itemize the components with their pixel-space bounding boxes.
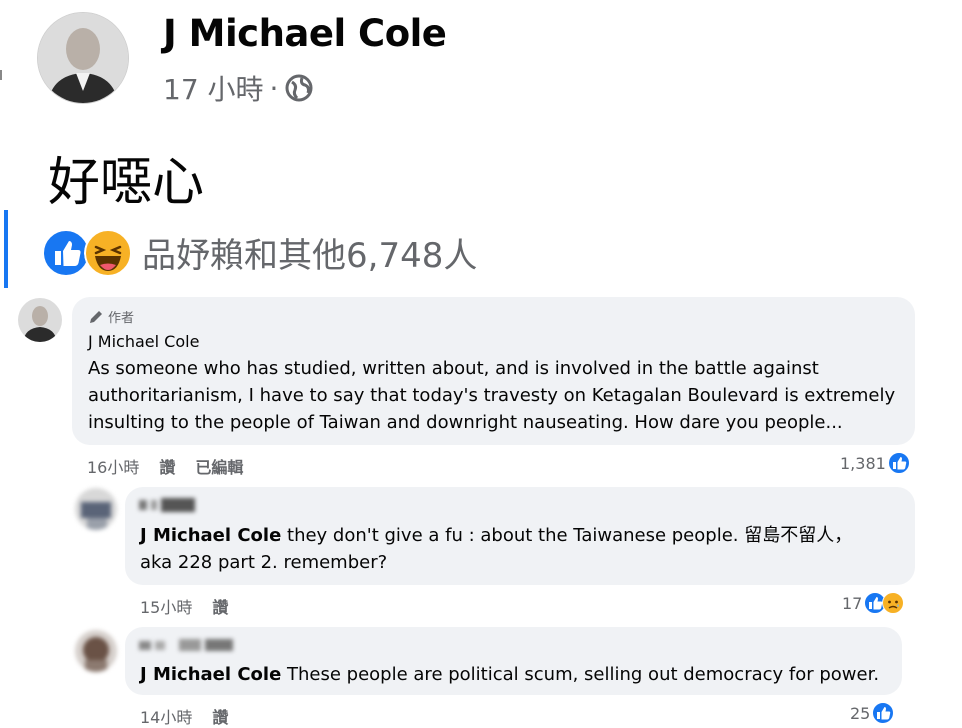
reply-bubble: J Michael Cole they don't give a fu : ab… [125,487,915,585]
reaction-count: 1,381 [840,453,886,473]
reply-bubble: J Michael Cole These people are politica… [125,627,902,695]
haha-icon [84,228,132,277]
reply-text: J Michael Cole These people are politica… [140,661,900,688]
post-text: 好噁心 [48,153,205,213]
comment-actions: 16小時 讚 已編輯 [87,454,243,478]
comment-bubble: 作者 J Michael Cole As someone who has stu… [72,297,915,445]
left-accent-bar [4,210,8,288]
reply-text-line: These people are political scum, selling… [287,664,880,685]
commenter-avatar[interactable] [75,488,117,530]
avatar-portrait [38,13,128,103]
comment-text-line: insulting to the people of Taiwan and do… [88,412,843,433]
redaction-block [139,498,195,512]
reply-actions: 15小時 讚 [140,594,228,618]
comment-reactions[interactable]: 1,381 [840,452,910,474]
author-badge-label: 作者 [108,311,135,326]
reply-text-line: they don't give a fu : about the Taiwane… [287,525,853,546]
like-icon [42,228,90,277]
reply-text-line: aka 228 part 2. remember? [140,552,388,573]
reply-actions: 14小時 讚 [140,704,228,728]
comment-text: As someone who has studied, written abou… [88,355,908,436]
comment-timestamp[interactable]: 16小時 [87,454,139,478]
comment-text-line: authoritarianism, I have to say that tod… [88,385,896,406]
like-button[interactable]: 讚 [212,594,228,618]
reply-reactions[interactable]: 17 [842,592,905,614]
like-button[interactable]: 讚 [159,454,175,478]
reply-timestamp[interactable]: 14小時 [140,704,192,728]
avatar-image [75,488,117,530]
post-author-name[interactable]: J Michael Cole [163,12,447,55]
reply-text: J Michael Cole they don't give a fu : ab… [140,522,910,576]
like-icon [887,452,910,474]
comment-text-line: As someone who has studied, written abou… [88,358,819,379]
mention-link[interactable]: J Michael Cole [140,525,281,546]
commenter-name-redacted[interactable] [139,637,235,653]
pencil-icon [90,310,102,323]
reaction-summary-text[interactable]: 品妤賴和其他6,748人 [142,228,477,277]
avatar-image [75,630,117,672]
post-meta: 17 小時 · [163,68,314,108]
commenter-avatar[interactable] [75,630,117,672]
post-timestamp[interactable]: 17 小時 [163,68,264,108]
comment-author-avatar[interactable] [18,298,62,342]
author-badge: 作者 [88,307,134,326]
edge-marker [0,70,2,80]
redaction-block [139,639,233,651]
comment-author-name[interactable]: J Michael Cole [88,332,199,351]
globe-icon[interactable] [284,73,314,103]
like-button[interactable]: 讚 [212,704,228,728]
reply-timestamp[interactable]: 15小時 [140,594,192,618]
like-icon [872,702,895,724]
meta-separator: · [269,71,279,105]
reaction-count: 17 [842,593,863,613]
mention-link[interactable]: J Michael Cole [140,664,281,685]
avatar-portrait [18,298,62,342]
reply-reactions[interactable]: 25 [850,702,895,724]
post-author-avatar[interactable] [37,12,129,104]
commenter-name-redacted[interactable] [139,497,199,513]
sad-icon [882,592,905,614]
edited-label[interactable]: 已編輯 [195,454,243,478]
post-reaction-summary[interactable]: 品妤賴和其他6,748人 [42,228,477,277]
